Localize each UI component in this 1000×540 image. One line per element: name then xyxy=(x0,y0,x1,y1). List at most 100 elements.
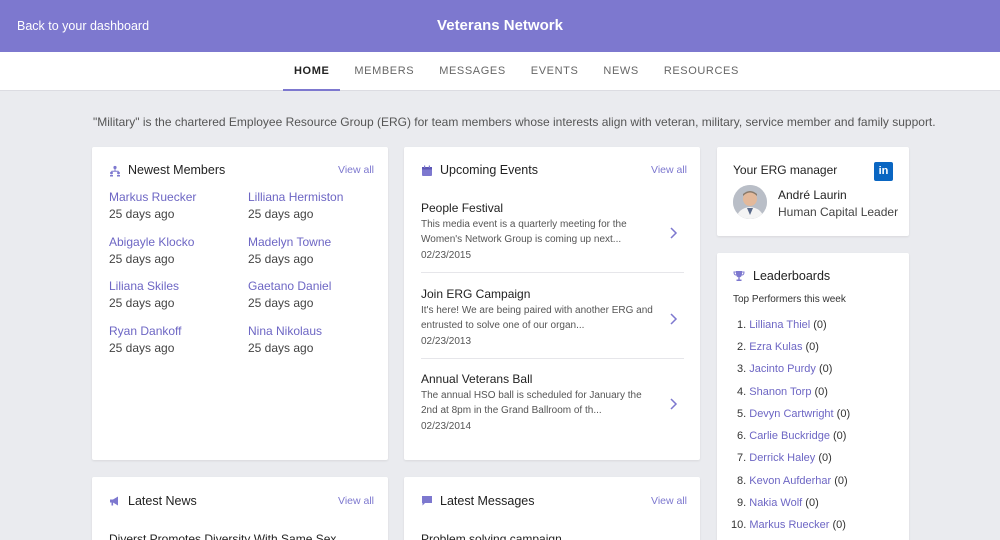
performer-name[interactable]: Lilliana Thiel xyxy=(749,319,810,331)
event-item[interactable]: People Festival This media event is a qu… xyxy=(421,201,684,286)
tab-messages[interactable]: MESSAGES xyxy=(428,52,517,91)
newest-members-title: Newest Members xyxy=(128,163,226,177)
member-name[interactable]: Abigayle Klocko xyxy=(109,235,194,249)
latest-news-card: Latest News View all Diverst Promotes Di… xyxy=(92,477,388,540)
performer-name[interactable]: Kevon Aufderhar xyxy=(749,475,831,487)
event-title: Annual Veterans Ball xyxy=(421,372,533,386)
rank: 10. xyxy=(731,519,747,531)
event-item[interactable]: Join ERG Campaign It's here! We are bein… xyxy=(421,287,684,372)
calendar-icon xyxy=(422,165,432,176)
member-name[interactable]: Nina Nikolaus xyxy=(248,324,322,338)
member-name[interactable]: Ryan Dankoff xyxy=(109,324,182,338)
avatar xyxy=(733,185,767,219)
event-date: 02/23/2013 xyxy=(421,336,472,347)
rank: 2. xyxy=(737,341,747,353)
divider xyxy=(421,272,684,273)
erg-description: "Military" is the chartered Employee Res… xyxy=(93,115,936,129)
member-joined: 25 days ago xyxy=(248,252,314,266)
score: (0) xyxy=(832,519,846,531)
rank: 5. xyxy=(737,408,747,420)
performer-name[interactable]: Devyn Cartwright xyxy=(749,408,833,420)
event-description: It's here! We are being paired with anot… xyxy=(421,305,653,331)
latest-messages-title: Latest Messages xyxy=(440,494,535,508)
linkedin-icon[interactable]: in xyxy=(874,162,893,181)
megaphone-icon xyxy=(110,496,118,506)
tab-news[interactable]: NEWS xyxy=(592,52,649,91)
score: (0) xyxy=(818,363,833,375)
score: (0) xyxy=(834,475,848,487)
member-joined: 25 days ago xyxy=(109,341,175,355)
event-title: Join ERG Campaign xyxy=(421,287,531,301)
member-joined: 25 days ago xyxy=(248,207,314,221)
member-joined: 25 days ago xyxy=(248,296,314,310)
leaderboard-entry: 6. Carlie Buckridge (0) xyxy=(737,430,846,442)
member-joined: 25 days ago xyxy=(109,207,175,221)
rank: 1. xyxy=(737,319,747,331)
news-item-title[interactable]: Diverst Promotes Diversity With Same Sex xyxy=(109,532,336,540)
upcoming-events-title: Upcoming Events xyxy=(440,163,538,177)
leaderboards-title: Leaderboards xyxy=(753,269,831,283)
message-item-title[interactable]: Problem solving campaign xyxy=(421,532,562,540)
performer-name[interactable]: Carlie Buckridge xyxy=(749,430,830,442)
score: (0) xyxy=(805,341,819,353)
score: (0) xyxy=(836,408,851,420)
event-date: 02/23/2014 xyxy=(421,421,472,432)
manager-role: Human Capital Leader xyxy=(778,205,899,219)
member-name[interactable]: Lilliana Hermiston xyxy=(248,190,343,204)
rank: 4. xyxy=(737,386,747,398)
performer-name[interactable]: Derrick Haley xyxy=(749,452,815,464)
rank: 9. xyxy=(737,497,747,509)
member-name[interactable]: Liliana Skiles xyxy=(109,279,179,293)
newest-members-view-all[interactable]: View all xyxy=(338,164,374,176)
newest-members-card: Newest Members View all Markus Ruecker 2… xyxy=(92,147,388,460)
leaderboard-entry: 2. Ezra Kulas (0) xyxy=(737,341,819,353)
leaderboard-entry: 7. Derrick Haley (0) xyxy=(737,452,832,464)
people-icon xyxy=(110,165,120,177)
rank: 6. xyxy=(737,430,747,442)
tab-members[interactable]: MEMBERS xyxy=(343,52,425,91)
leaderboard-entry: 4. Shanon Torp (0) xyxy=(737,386,828,398)
rank: 8. xyxy=(737,475,747,487)
member-joined: 25 days ago xyxy=(109,296,175,310)
performer-name[interactable]: Shanon Torp xyxy=(749,386,811,398)
upcoming-events-card: Upcoming Events View all People Festival… xyxy=(404,147,700,460)
chevron-right-icon[interactable] xyxy=(669,313,678,325)
leaderboards-subtitle: Top Performers this week xyxy=(733,294,846,305)
leaderboard-entry: 1. Lilliana Thiel (0) xyxy=(737,319,827,331)
performer-name[interactable]: Ezra Kulas xyxy=(749,341,802,353)
upcoming-events-view-all[interactable]: View all xyxy=(651,164,687,176)
member-name[interactable]: Markus Ruecker xyxy=(109,190,196,204)
tab-home[interactable]: HOME xyxy=(283,52,341,91)
event-title: People Festival xyxy=(421,201,504,215)
erg-manager-title: Your ERG manager xyxy=(733,163,838,177)
trophy-icon xyxy=(733,271,745,281)
chevron-right-icon[interactable] xyxy=(669,227,678,239)
score: (0) xyxy=(833,430,847,442)
tab-events[interactable]: EVENTS xyxy=(520,52,590,91)
event-description: This media event is a quarterly meeting … xyxy=(421,219,627,245)
latest-messages-view-all[interactable]: View all xyxy=(651,495,687,507)
member-name[interactable]: Madelyn Towne xyxy=(248,235,331,249)
latest-news-title: Latest News xyxy=(128,494,197,508)
tab-resources[interactable]: RESOURCES xyxy=(653,52,750,91)
app-title: Veterans Network xyxy=(437,17,563,34)
performer-name[interactable]: Jacinto Purdy xyxy=(749,363,816,375)
rank: 3. xyxy=(737,363,747,375)
chevron-right-icon[interactable] xyxy=(669,398,678,410)
score: (0) xyxy=(805,497,819,509)
latest-messages-card: Latest Messages View all Problem solving… xyxy=(404,477,700,540)
leaderboard-entry: 9. Nakia Wolf (0) xyxy=(737,497,819,509)
latest-news-view-all[interactable]: View all xyxy=(338,495,374,507)
main-nav: HOME MEMBERS MESSAGES EVENTS NEWS RESOUR… xyxy=(0,52,1000,91)
event-description: The annual HSO ball is scheduled for Jan… xyxy=(421,390,642,416)
score: (0) xyxy=(818,452,832,464)
leaderboard-entry: 5. Devyn Cartwright (0) xyxy=(737,408,850,420)
performer-name[interactable]: Markus Ruecker xyxy=(749,519,829,531)
performer-name[interactable]: Nakia Wolf xyxy=(749,497,802,509)
member-joined: 25 days ago xyxy=(109,252,175,266)
member-name[interactable]: Gaetano Daniel xyxy=(248,279,331,293)
leaderboard-entry: 8. Kevon Aufderhar (0) xyxy=(737,475,848,487)
score: (0) xyxy=(814,386,828,398)
event-date: 02/23/2015 xyxy=(421,250,472,261)
event-item[interactable]: Annual Veterans Ball The annual HSO ball… xyxy=(421,372,684,457)
